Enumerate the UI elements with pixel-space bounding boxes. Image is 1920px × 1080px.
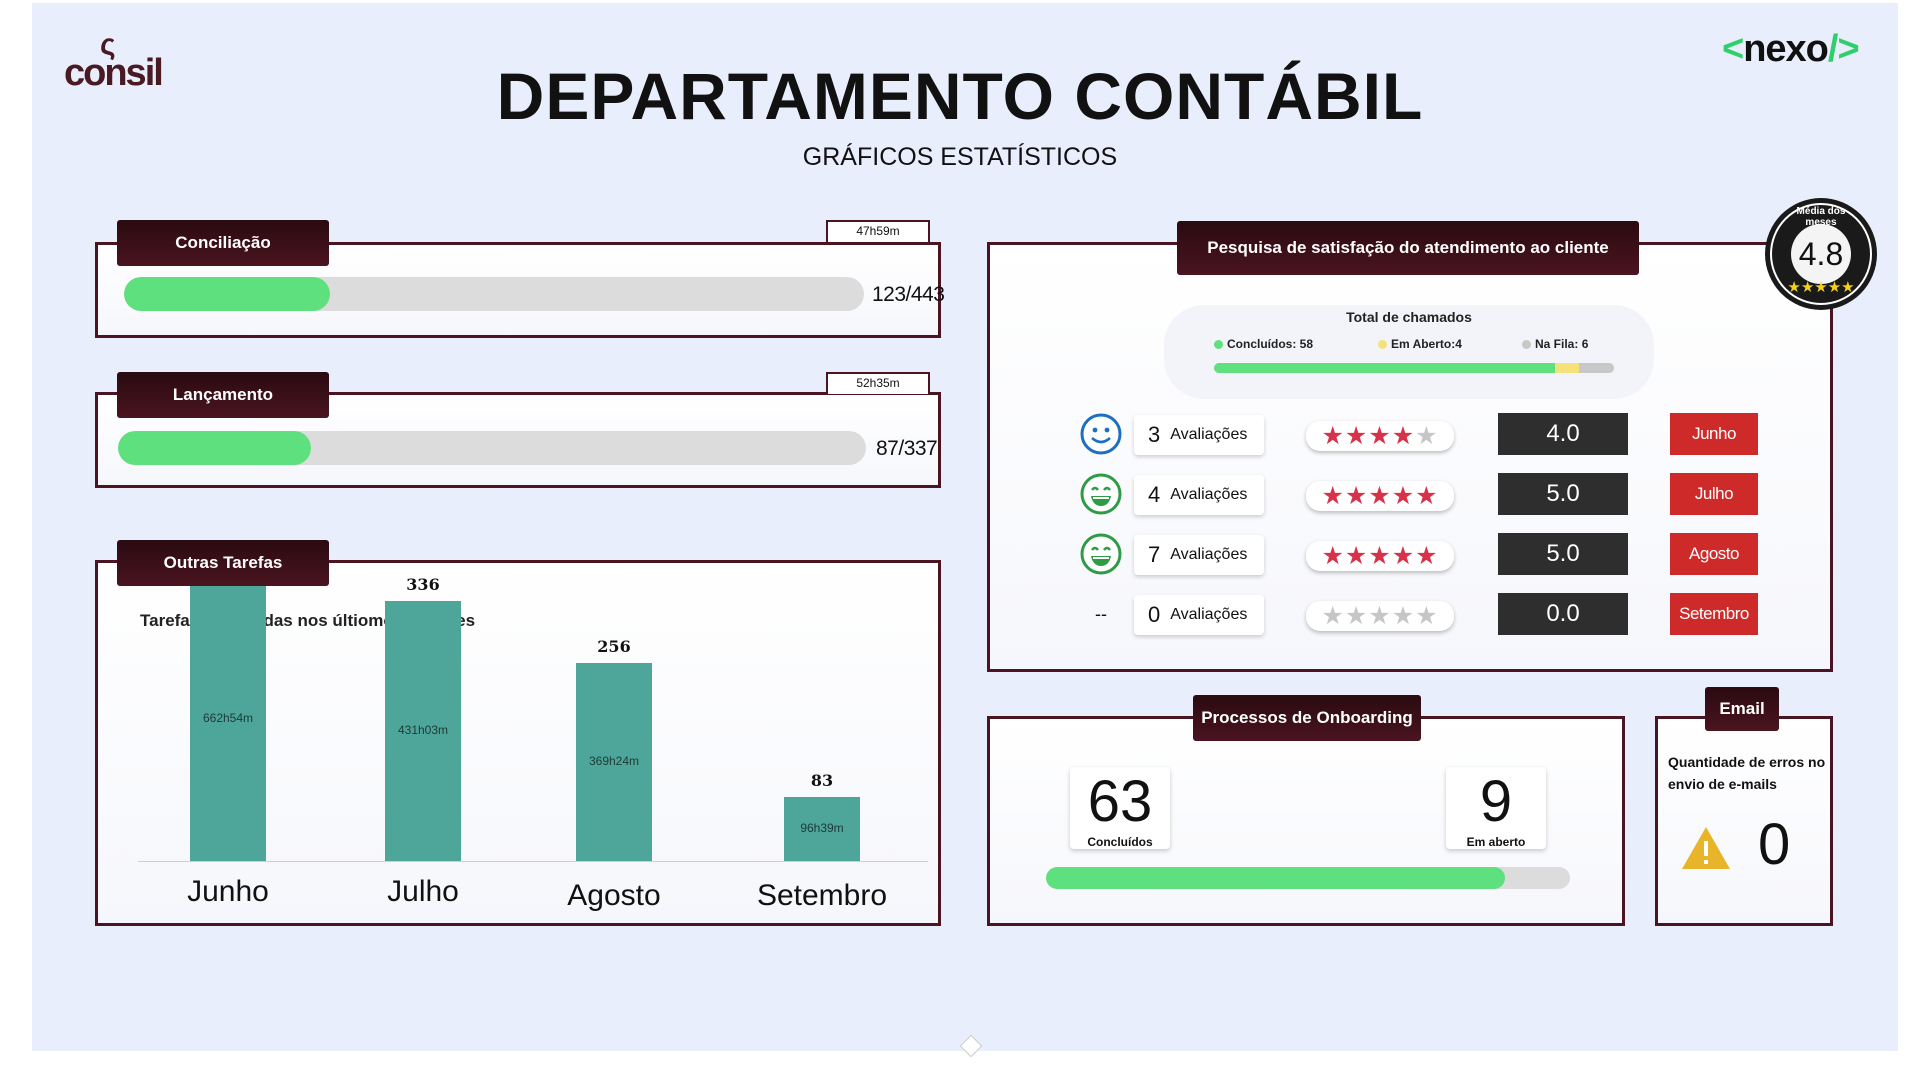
star-icon: ★ [1415, 602, 1439, 630]
star-icon: ★ [1415, 422, 1439, 450]
avaliacoes-count-chip: 3 Avaliações [1134, 415, 1264, 455]
star-icon: ★ [1344, 482, 1369, 510]
star-icon: ★ [1415, 482, 1439, 510]
tab-satisfacao[interactable]: Pesquisa de satisfação do atendimento ao… [1177, 221, 1639, 275]
onboarding-aberto-value: 9 [1479, 769, 1513, 834]
star-icon: ★ [1391, 482, 1416, 510]
avaliacoes-count: 0 [1148, 602, 1161, 627]
tab-email[interactable]: Email [1705, 687, 1779, 731]
rating-stars: ★ ★ ★ ★ ★ [1306, 481, 1454, 511]
rating-score: 4.0 [1498, 413, 1628, 455]
avaliacoes-label: Avaliações [1170, 426, 1248, 443]
onboarding-progress-fill [1046, 867, 1505, 889]
onboarding-progress-track [1046, 867, 1570, 889]
media-value: 4.8 [1798, 236, 1844, 272]
page-title: DEPARTAMENTO CONTÁBIL [496, 59, 1424, 133]
avaliacoes-count-chip: 0 Avaliações [1134, 595, 1264, 635]
star-icon: ★ [1368, 602, 1392, 630]
chart-value-label: 83 [810, 770, 834, 790]
onboarding-panel: 63 Concluídos 9 Em aberto [987, 716, 1625, 926]
satisfacao-panel: Total de chamados Concluídos: 58 Em Aber… [987, 242, 1833, 672]
conciliacao-progress-track [124, 277, 864, 311]
bar-chart: 367662h54mJunho336431h03mJulho256369h24m… [98, 551, 938, 923]
month-button-agosto[interactable]: Agosto [1670, 533, 1758, 575]
media-caption: Média dos meses [1796, 206, 1846, 228]
month-button-setembro[interactable]: Setembro [1670, 593, 1758, 635]
rating-score: 5.0 [1498, 473, 1628, 515]
avaliacoes-label: Avaliações [1170, 486, 1248, 503]
star-icon: ★ [1344, 422, 1369, 450]
avaliacoes-count: 3 [1148, 422, 1161, 447]
chart-value-label: 256 [597, 636, 631, 656]
tab-lancamento[interactable]: Lançamento [117, 372, 329, 418]
rating-score: 5.0 [1498, 533, 1628, 575]
chart-duration-label: 431h03m [397, 722, 449, 737]
star-icon: ★ [1321, 422, 1345, 450]
rating-stars: ★ ★ ★ ★ ★ [1306, 541, 1454, 571]
smile-face-icon [1080, 413, 1122, 455]
onboarding-concluidos-value: 63 [1087, 769, 1153, 834]
warning-icon [1680, 825, 1732, 876]
no-rating-placeholder: -- [1095, 604, 1107, 624]
onboarding-concluidos-label: Concluídos [1087, 835, 1153, 849]
star-icon: ★ [1391, 602, 1416, 630]
grin-face-icon [1080, 473, 1122, 515]
email-description: Quantidade de erros no envio de e-mails [1668, 754, 1826, 792]
onboarding-aberto-label: Em aberto [1466, 835, 1526, 849]
tab-conciliacao[interactable]: Conciliação [117, 220, 329, 266]
star-icon: ★ [1368, 542, 1392, 570]
month-button-julho[interactable]: Julho [1670, 473, 1758, 515]
avaliacoes-label: Avaliações [1170, 546, 1248, 563]
conciliacao-time-badge: 47h59m [826, 220, 930, 242]
avaliacoes-count-chip: 4 Avaliações [1134, 475, 1264, 515]
rating-stars: ★ ★ ★ ★ ★ [1306, 421, 1454, 451]
star-icon: ★ [1321, 542, 1345, 570]
media-stars: ★★★★★ [1787, 279, 1855, 296]
email-errors-value: 0 [1758, 812, 1791, 877]
star-icon: ★ [1321, 482, 1345, 510]
chart-category-label: Setembro [756, 879, 888, 912]
chart-category-label: Agosto [567, 879, 661, 912]
star-icon: ★ [1391, 422, 1416, 450]
star-icon: ★ [1321, 602, 1345, 630]
satisfacao-rows: 3 Avaliações ★ ★ ★ ★ ★ 4.0 Junho 4 Avaliações ★ ★ ★ ★ ★… [990, 245, 1830, 669]
rating-stars: ★ ★ ★ ★ ★ [1306, 601, 1454, 631]
chart-category-label: Julho [387, 875, 459, 908]
avaliacoes-count: 4 [1148, 482, 1161, 507]
avaliacoes-count: 7 [1148, 542, 1161, 567]
star-icon: ★ [1391, 542, 1416, 570]
avaliacoes-count-chip: 7 Avaliações [1134, 535, 1264, 575]
chart-duration-label: 96h39m [800, 820, 844, 835]
onboarding-concluidos-card: 63 Concluídos [1070, 767, 1170, 849]
outras-tarefas-panel: Tarefas concluídas nos últiomos 4 meses … [95, 551, 941, 926]
tab-onboarding[interactable]: Processos de Onboarding [1193, 695, 1421, 741]
conciliacao-ratio: 123/443 [872, 283, 945, 306]
tab-outras-tarefas[interactable]: Outras Tarefas [117, 540, 329, 586]
email-panel: Quantidade de erros no envio de e-mails … [1655, 716, 1833, 926]
page-subtitle: GRÁFICOS ESTATÍSTICOS [802, 143, 1118, 171]
star-icon: ★ [1415, 542, 1439, 570]
chart-duration-label: 369h24m [588, 753, 640, 768]
lancamento-progress-track [118, 431, 866, 465]
star-icon: ★ [1368, 422, 1392, 450]
onboarding-aberto-card: 9 Em aberto [1446, 767, 1546, 849]
conciliacao-progress-fill [124, 277, 330, 311]
star-icon: ★ [1368, 482, 1392, 510]
chart-duration-label: 662h54m [202, 710, 254, 725]
media-badge: Média dos meses 4.8 ★★★★★ [1763, 196, 1879, 312]
chart-category-label: Junho [187, 875, 269, 908]
star-icon: ★ [1344, 542, 1369, 570]
lancamento-progress-fill [118, 431, 311, 465]
star-icon: ★ [1344, 602, 1369, 630]
chart-value-label: 336 [406, 574, 440, 594]
avaliacoes-label: Avaliações [1170, 606, 1248, 623]
lancamento-time-badge: 52h35m [826, 372, 930, 394]
lancamento-ratio: 87/337 [876, 437, 938, 460]
grin-face-icon [1080, 533, 1122, 575]
rating-score: 0.0 [1498, 593, 1628, 635]
chart-x-axis [138, 861, 928, 862]
month-button-junho[interactable]: Junho [1670, 413, 1758, 455]
